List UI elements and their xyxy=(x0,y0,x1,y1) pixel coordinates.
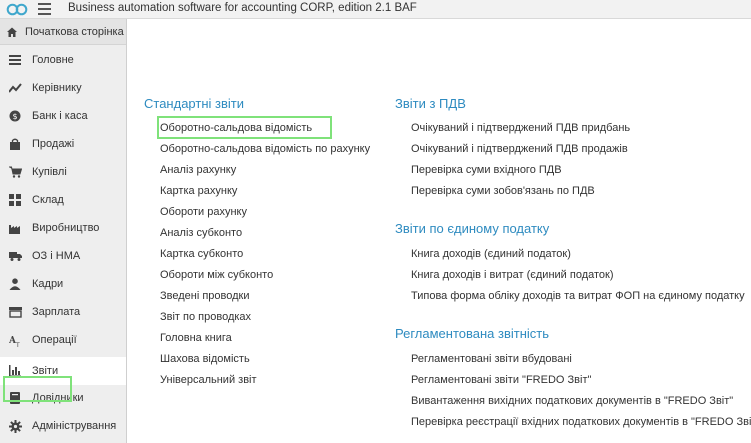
home-icon xyxy=(5,25,19,39)
report-link-builtin-regulated[interactable]: Регламентовані звіти вбудовані xyxy=(411,353,572,365)
sidebar-item-label: Головне xyxy=(32,54,74,66)
main-menu-icon[interactable] xyxy=(38,3,51,15)
svg-text:T: T xyxy=(15,342,20,347)
shopping-bag-icon xyxy=(8,137,22,151)
sidebar-item-payroll[interactable]: Зарплата xyxy=(0,298,126,326)
report-link-account-turnover[interactable]: Обороти рахунку xyxy=(160,206,247,218)
sidebar-item-manager[interactable]: Керівнику xyxy=(0,74,126,102)
main-panel: Стандартні звіти Оборотно-сальдова відом… xyxy=(128,19,751,443)
sidebar-item-label: Операції xyxy=(32,334,77,346)
bar-chart-icon xyxy=(8,364,22,378)
sidebar-item-hr[interactable]: Кадри xyxy=(0,270,126,298)
title-bar: Business automation software for account… xyxy=(0,0,751,19)
report-link-fredo-registration-check[interactable]: Перевірка реєстрації вхідних податкових … xyxy=(411,416,751,428)
app-title: Business automation software for account… xyxy=(68,2,417,14)
section-title-regulated-reporting: Регламентована звітність xyxy=(395,326,550,341)
sidebar-item-warehouse[interactable]: Склад xyxy=(0,186,126,214)
svg-text:$: $ xyxy=(12,112,17,121)
report-link-vat-liabilities-check[interactable]: Перевірка суми зобов'язань по ПДВ xyxy=(411,185,595,197)
grid-icon xyxy=(8,193,22,207)
app-logo-icon[interactable] xyxy=(6,3,28,16)
menu-lines-icon xyxy=(8,53,22,67)
report-link-income-book[interactable]: Книга доходів (єдиний податок) xyxy=(411,248,571,260)
payroll-icon xyxy=(8,305,22,319)
report-link-account-card[interactable]: Картка рахунку xyxy=(160,185,237,197)
section-title-single-tax-reports: Звіти по єдиному податку xyxy=(395,221,550,236)
sidebar-item-sales[interactable]: Продажі xyxy=(0,130,126,158)
sidebar-item-directories[interactable]: Довідники xyxy=(0,384,126,412)
operations-icon: AT xyxy=(8,333,22,347)
gear-icon xyxy=(8,419,22,433)
coin-icon: $ xyxy=(8,109,22,123)
report-link-chess-sheet[interactable]: Шахова відомість xyxy=(160,353,250,365)
report-link-subconto-card[interactable]: Картка субконто xyxy=(160,248,243,260)
report-link-fop-form[interactable]: Типова форма обліку доходів та витрат ФО… xyxy=(411,290,745,302)
report-link-entries-report[interactable]: Звіт по проводках xyxy=(160,311,251,323)
factory-icon xyxy=(8,221,22,235)
report-link-subconto-turnover[interactable]: Обороти між субконто xyxy=(160,269,273,281)
report-link-summary-entries[interactable]: Зведені проводки xyxy=(160,290,250,302)
truck-icon xyxy=(8,249,22,263)
sidebar-item-label: Кадри xyxy=(32,278,64,290)
report-link-trial-balance[interactable]: Оборотно-сальдова відомість xyxy=(160,122,312,134)
report-link-trial-balance-by-account[interactable]: Оборотно-сальдова відомість по рахунку xyxy=(160,143,370,155)
sidebar-item-reports[interactable]: Звіти xyxy=(0,357,126,385)
report-link-fredo-reports[interactable]: Регламентовані звіти "FREDO Звіт" xyxy=(411,374,591,386)
sidebar-item-production[interactable]: Виробництво xyxy=(0,214,126,242)
sidebar-item-label: Виробництво xyxy=(32,222,100,234)
sidebar-item-label: Банк і каса xyxy=(32,110,88,122)
sidebar-item-main[interactable]: Головне xyxy=(0,46,126,74)
sidebar-item-label: Купівлі xyxy=(32,166,67,178)
trend-chart-icon xyxy=(8,81,22,95)
report-link-general-ledger[interactable]: Головна книга xyxy=(160,332,232,344)
sidebar-item-label: Початкова сторінка xyxy=(25,25,124,38)
sidebar-item-label: Продажі xyxy=(32,138,75,150)
sidebar-item-label: Склад xyxy=(32,194,64,206)
sidebar-item-label: ОЗ і НМА xyxy=(32,250,81,262)
sidebar-item-label: Зарплата xyxy=(32,306,81,318)
sidebar-item-label: Звіти xyxy=(32,365,59,377)
report-link-income-expense-book[interactable]: Книга доходів і витрат (єдиний податок) xyxy=(411,269,614,281)
report-link-fredo-export[interactable]: Вивантаження вихідних податкових докумен… xyxy=(411,395,733,407)
sidebar: Початкова сторінка Головне Керівнику $ Б… xyxy=(0,19,127,443)
sidebar-item-administration[interactable]: Адміністрування xyxy=(0,412,126,440)
report-link-vat-sales[interactable]: Очікуваний і підтверджений ПДВ продажів xyxy=(411,143,628,155)
sidebar-item-label: Довідники xyxy=(32,392,84,404)
sidebar-item-purchases[interactable]: Купівлі xyxy=(0,158,126,186)
sidebar-item-operations[interactable]: AT Операції xyxy=(0,326,126,354)
sidebar-item-label: Керівнику xyxy=(32,82,82,94)
report-link-vat-purchases[interactable]: Очікуваний і підтверджений ПДВ придбань xyxy=(411,122,630,134)
section-title-vat-reports: Звіти з ПДВ xyxy=(395,96,466,111)
sidebar-item-label: Адміністрування xyxy=(32,420,117,432)
person-icon xyxy=(8,277,22,291)
cart-icon xyxy=(8,165,22,179)
sidebar-item-assets[interactable]: ОЗ і НМА xyxy=(0,242,126,270)
book-icon xyxy=(8,391,22,405)
sidebar-item-home[interactable]: Початкова сторінка xyxy=(0,19,126,45)
report-link-input-vat-check[interactable]: Перевірка суми вхідного ПДВ xyxy=(411,164,562,176)
report-link-subconto-analysis[interactable]: Аналіз субконто xyxy=(160,227,242,239)
report-link-account-analysis[interactable]: Аналіз рахунку xyxy=(160,164,236,176)
section-title-standard-reports: Стандартні звіти xyxy=(144,96,244,111)
sidebar-item-bank[interactable]: $ Банк і каса xyxy=(0,102,126,130)
report-link-universal-report[interactable]: Універсальний звіт xyxy=(160,374,257,386)
